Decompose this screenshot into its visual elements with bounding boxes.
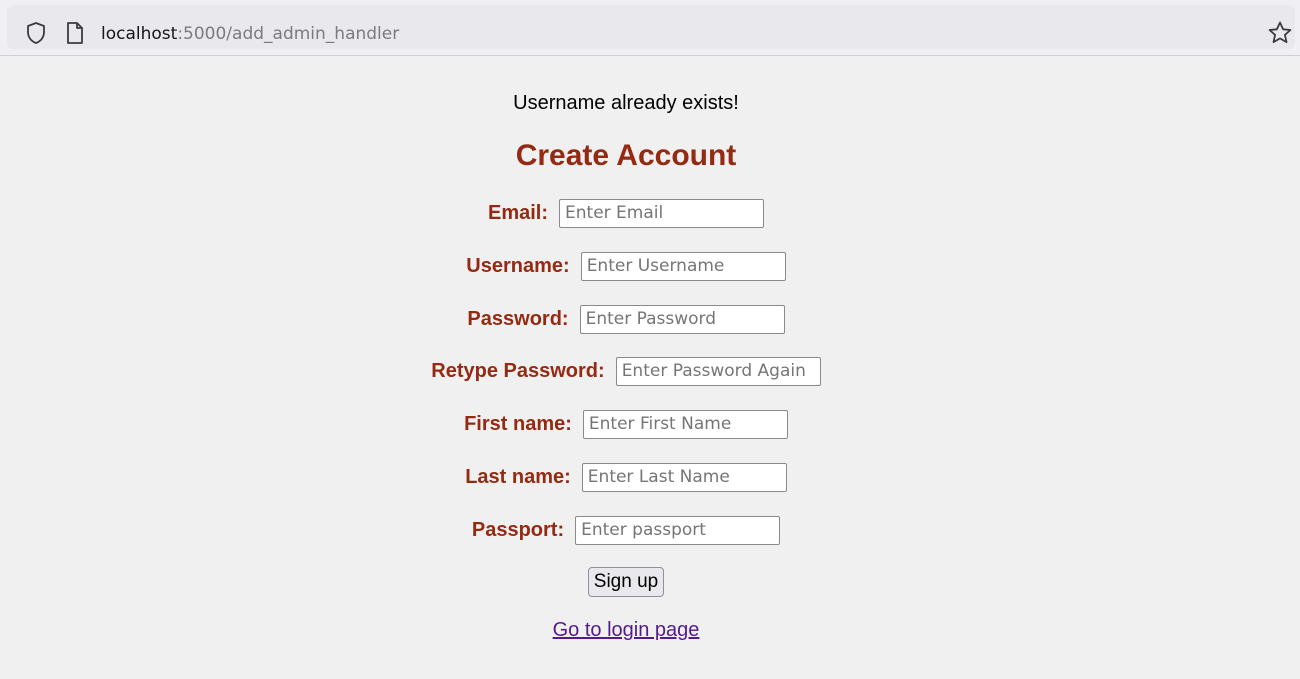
email-field[interactable] xyxy=(559,198,765,228)
url-text[interactable]: localhost:5000/add_admin_handler xyxy=(101,23,399,45)
page-content: Username already exists! Create Account … xyxy=(0,57,1300,679)
address-bar[interactable]: localhost:5000/add_admin_handler xyxy=(7,5,1295,49)
page-title: Create Account xyxy=(515,139,737,172)
retype-password-label: Retype Password: xyxy=(431,359,605,382)
last-name-label: Last name: xyxy=(465,465,571,488)
first-name-label: First name: xyxy=(464,412,572,435)
username-row: Username: xyxy=(0,251,1252,281)
star-icon[interactable] xyxy=(1267,20,1293,46)
password-label: Password: xyxy=(467,307,569,330)
passport-field[interactable] xyxy=(575,515,781,545)
browser-toolbar: localhost:5000/add_admin_handler xyxy=(0,0,1300,56)
username-label: Username: xyxy=(466,254,570,277)
email-label: Email: xyxy=(487,201,549,224)
last-name-row: Last name: xyxy=(0,462,1252,492)
password-field[interactable] xyxy=(579,304,785,334)
url-host: localhost xyxy=(101,24,178,44)
last-name-field[interactable] xyxy=(581,462,787,492)
page-icon xyxy=(67,22,83,44)
error-message: Username already exists! xyxy=(513,92,739,114)
url-path: :5000/add_admin_handler xyxy=(177,24,400,44)
password-row: Password: xyxy=(0,304,1252,334)
passport-row: Passport: xyxy=(0,515,1252,545)
first-name-row: First name: xyxy=(0,409,1252,439)
retype-password-row: Retype Password: xyxy=(0,356,1252,386)
username-field[interactable] xyxy=(580,251,786,281)
login-page-link[interactable]: Go to login page xyxy=(0,619,1252,642)
sign-up-button[interactable]: Sign up xyxy=(588,567,664,597)
passport-label: Passport: xyxy=(471,518,565,541)
retype-password-field[interactable] xyxy=(615,356,821,386)
first-name-field[interactable] xyxy=(582,409,788,439)
email-row: Email: xyxy=(0,198,1252,228)
shield-icon[interactable] xyxy=(25,21,47,45)
